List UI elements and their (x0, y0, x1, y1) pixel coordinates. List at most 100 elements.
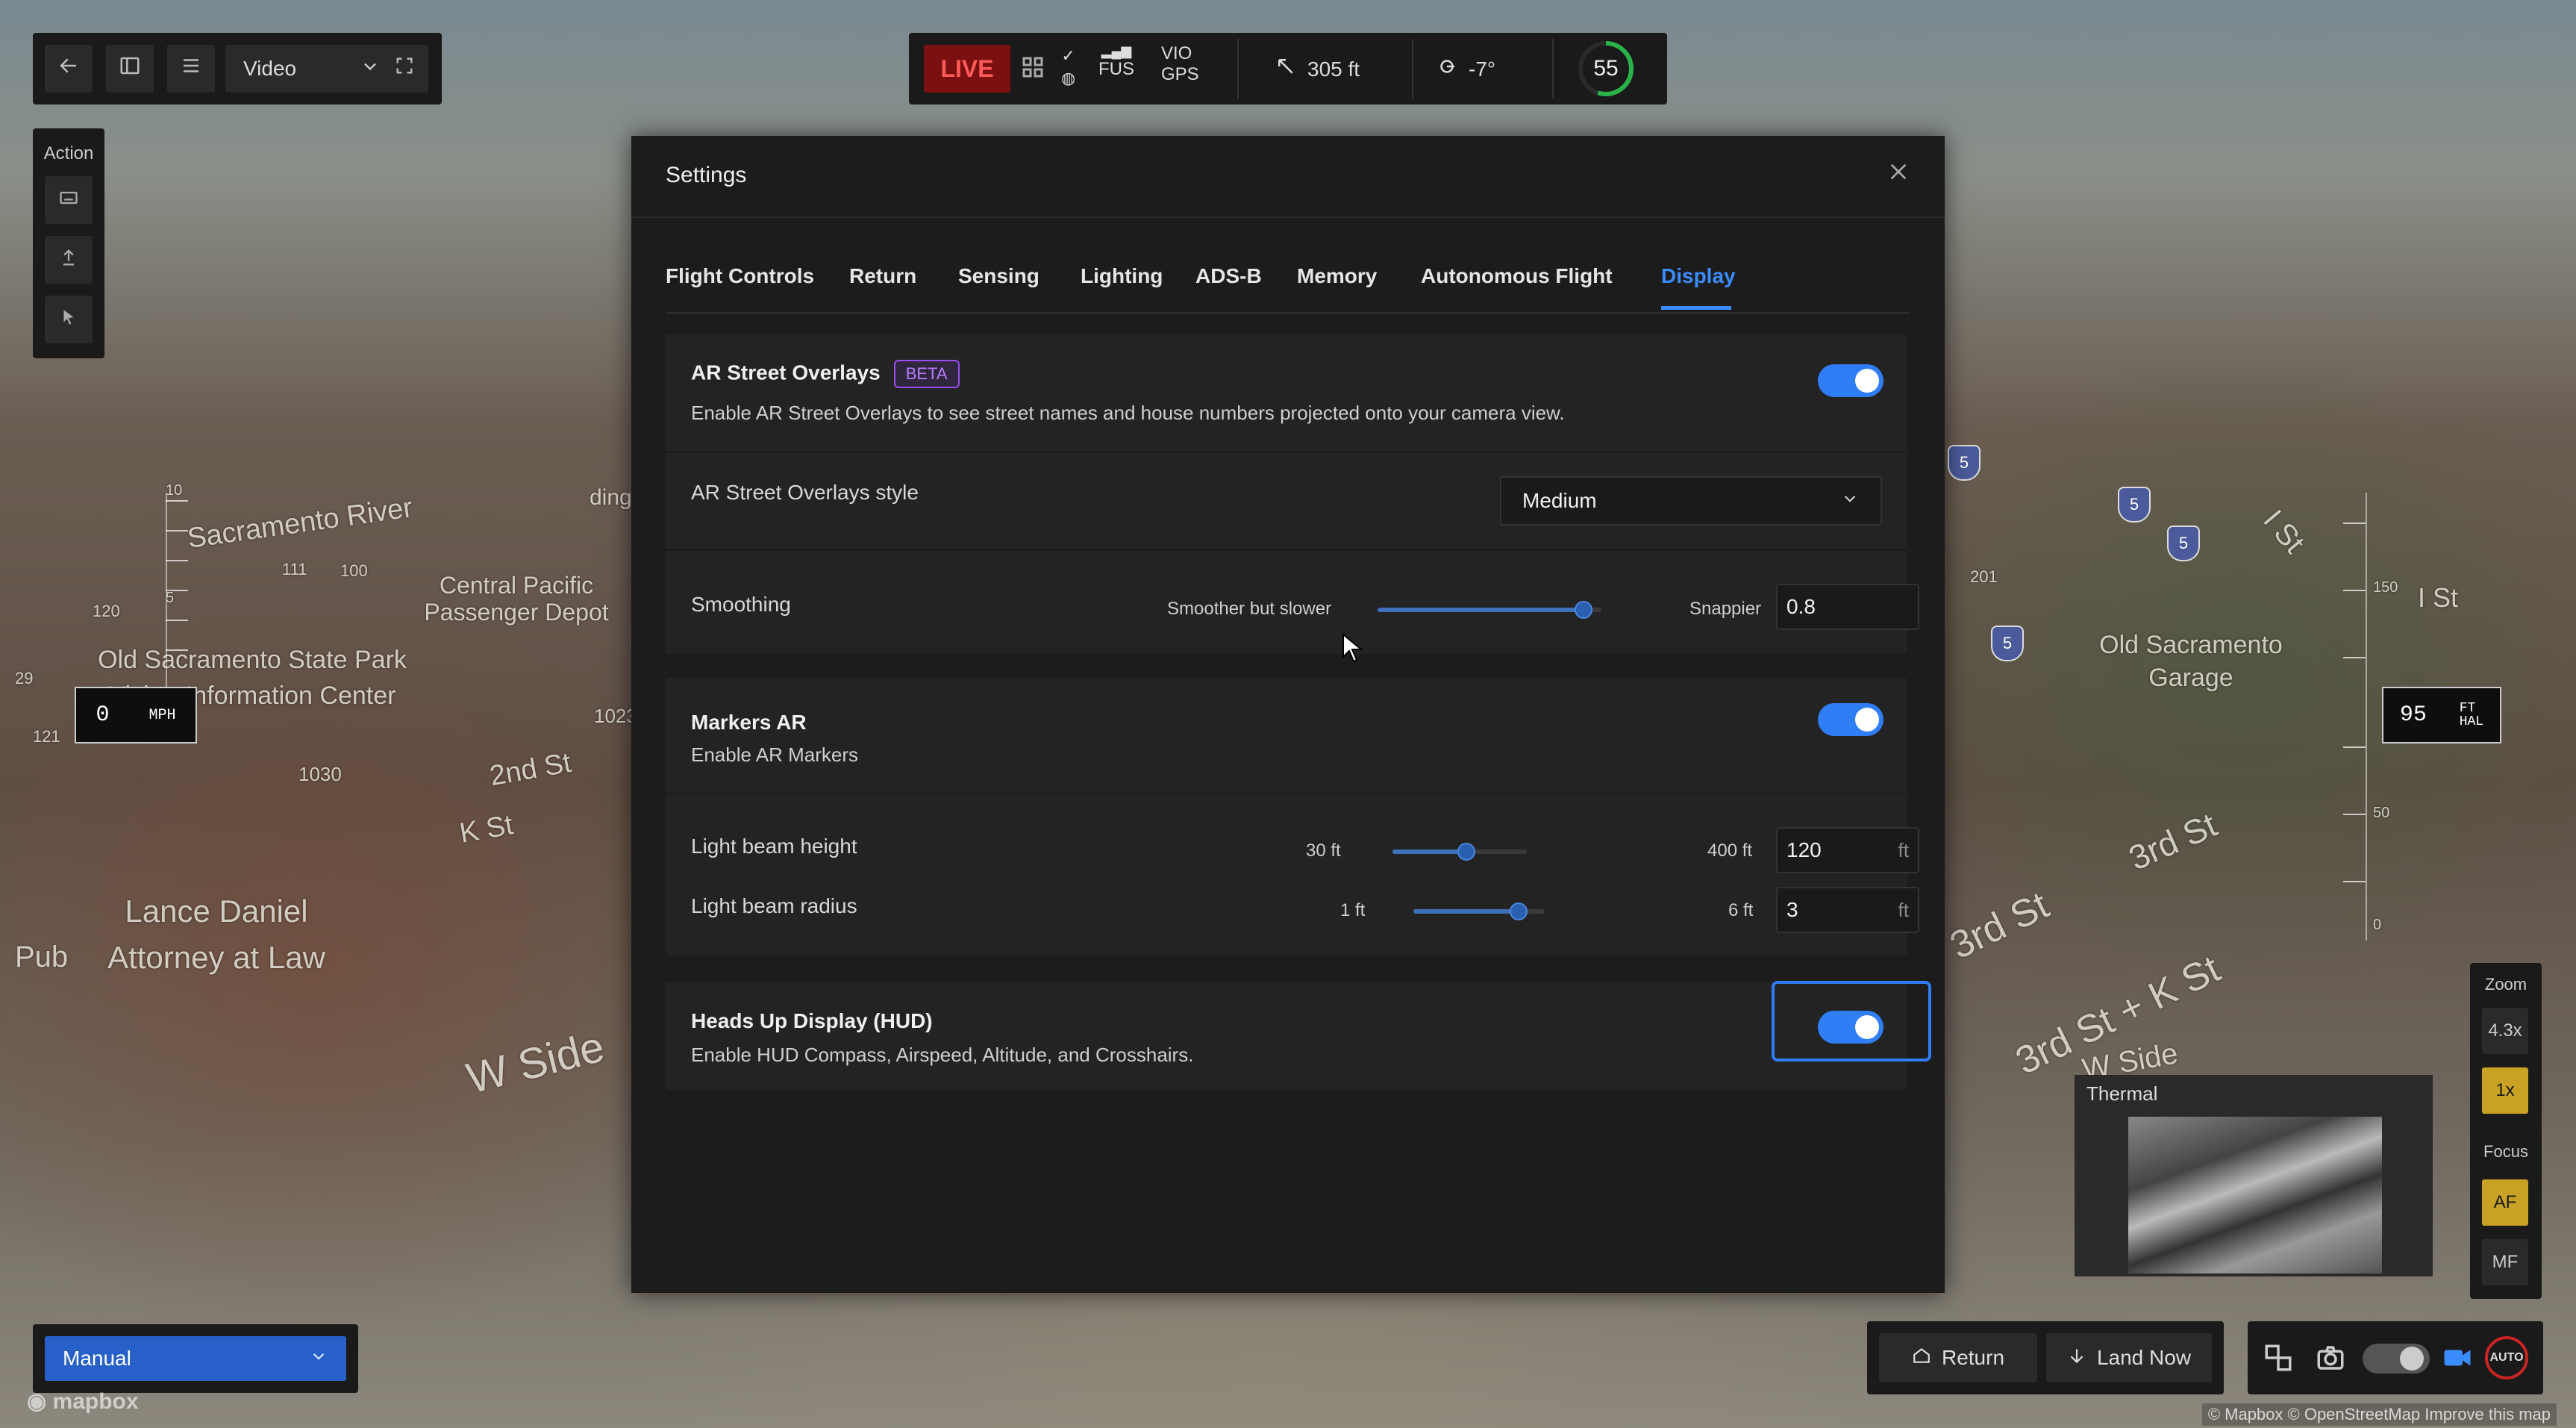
keyboard-icon (58, 187, 79, 213)
dialog-title: Settings (666, 163, 747, 187)
beam-height-input-value: 120 (1786, 838, 1822, 861)
divider (666, 451, 1907, 452)
photo-video-toggle[interactable] (2363, 1344, 2430, 1374)
speed-scale-label: 5 (166, 590, 175, 606)
camera-switch-button[interactable] (2263, 1342, 2294, 1377)
altitude-tick (2343, 523, 2366, 524)
chevron-down-icon (309, 1347, 328, 1371)
hud-toggle-focus-ring (1772, 981, 1931, 1061)
tab-autonomous-flight[interactable]: Autonomous Flight (1421, 264, 1613, 288)
tab-return[interactable]: Return (849, 264, 916, 288)
video-button[interactable] (2440, 1342, 2475, 1377)
map-credits[interactable]: © Mapbox © OpenStreetMap Improve this ma… (2201, 1403, 2557, 1426)
markers-ar-card: Markers AR Enable AR Markers Light beam … (666, 678, 1919, 955)
map-label: 2nd St (487, 746, 574, 793)
light-beam-height-slider-handle[interactable] (1457, 843, 1475, 861)
manual-focus-button[interactable]: MF (2482, 1239, 2528, 1285)
cursor-button[interactable] (45, 296, 93, 343)
style-select-value: Medium (1522, 489, 1597, 512)
map-label: Old Sacramento Garage (2099, 631, 2283, 692)
autofocus-button[interactable]: AF (2482, 1179, 2528, 1226)
zoom-max-button[interactable]: 4.3x (2482, 1008, 2528, 1054)
speed-tick (166, 560, 188, 561)
pitch-readout: -7° (1436, 55, 1495, 83)
markers-ar-toggle[interactable] (1818, 703, 1883, 736)
tab-flight-controls[interactable]: Flight Controls (666, 264, 814, 288)
camera-icon (2315, 1346, 2346, 1376)
light-beam-height-input[interactable]: 120 ft (1776, 827, 1919, 873)
fus-indicator: ▂▄▆ FUS (1098, 43, 1134, 80)
airspeed-unit: MPH (149, 706, 176, 724)
land-now-label: Land Now (2096, 1346, 2192, 1369)
view-mode-value: Video (243, 57, 297, 80)
altitude-value: 95 (2399, 702, 2427, 728)
ar-street-overlays-style-select[interactable]: Medium (1500, 476, 1882, 526)
return-button[interactable]: Return (1879, 1333, 2037, 1382)
ar-street-overlays-description: Enable AR Street Overlays to see street … (691, 402, 1565, 424)
thermal-image (2128, 1117, 2382, 1273)
altitude-scale-label: 150 (2373, 579, 2398, 596)
fullscreen-button[interactable] (381, 45, 428, 93)
smoothing-slider-handle[interactable] (1575, 601, 1592, 619)
flight-mode-select[interactable]: Manual (45, 1336, 346, 1381)
light-beam-radius-label: Light beam radius (691, 894, 857, 917)
altitude-tick (2343, 590, 2366, 591)
ar-street-overlays-toggle[interactable] (1818, 364, 1883, 397)
live-badge[interactable]: LIVE (924, 45, 1010, 93)
tab-memory[interactable]: Memory (1297, 264, 1377, 288)
speed-scale-label: 10 (166, 482, 183, 499)
light-beam-radius-slider[interactable] (1413, 902, 1545, 920)
chevron-down-icon (1840, 489, 1860, 514)
grid-button[interactable] (1019, 54, 1046, 86)
record-auto-button[interactable]: AUTO (2485, 1336, 2528, 1379)
toggle-knob (1855, 708, 1879, 732)
map-label: 3rd St (1943, 883, 2056, 968)
signal-icon: ▂▄▆ (1101, 43, 1132, 58)
check-globe-indicator: ✓ ◍ (1061, 46, 1075, 88)
ar-street-overlays-card: AR Street Overlays BETA Enable AR Street … (666, 334, 1919, 654)
keyboard-button[interactable] (45, 176, 93, 224)
map-label: ding (590, 485, 632, 510)
map-label: I St (2418, 582, 2459, 613)
arrow-left-icon (57, 54, 80, 83)
separator (1552, 39, 1554, 99)
beam-radius-max-label: 6 ft (1728, 900, 1754, 920)
altitude-scale-label: 50 (2373, 805, 2390, 821)
light-beam-height-slider[interactable] (1392, 843, 1527, 861)
slider-fill (1392, 849, 1466, 854)
tab-ads-b[interactable]: ADS-B (1195, 264, 1262, 288)
map-label: Lance Daniel Attorney at Law (107, 894, 325, 975)
close-button[interactable] (1882, 158, 1915, 191)
toggle-knob (2400, 1347, 2424, 1371)
tab-lighting[interactable]: Lighting (1081, 264, 1163, 288)
back-button[interactable] (45, 45, 93, 93)
menu-button[interactable] (167, 45, 215, 93)
beam-height-max-label: 400 ft (1707, 841, 1753, 861)
sidebar-toggle-button[interactable] (106, 45, 154, 93)
map-label: 3rd St (2122, 805, 2223, 878)
divider (631, 216, 1945, 218)
land-now-button[interactable]: Land Now (2046, 1333, 2212, 1382)
smoothing-input[interactable]: 0.8 (1776, 584, 1919, 630)
light-beam-radius-slider-handle[interactable] (1509, 902, 1528, 920)
beam-height-min-label: 30 ft (1306, 841, 1341, 861)
map-number: 120 (93, 602, 120, 620)
thermal-preview[interactable]: Thermal (2075, 1075, 2433, 1276)
speed-tick (166, 649, 188, 651)
light-beam-radius-input[interactable]: 3 ft (1776, 887, 1919, 933)
tab-display[interactable]: Display (1661, 264, 1736, 288)
zoom-1x-button[interactable]: 1x (2482, 1067, 2528, 1114)
altitude-tick (2343, 881, 2366, 882)
view-mode-select[interactable]: Video (225, 45, 398, 93)
cursor-icon (59, 308, 78, 332)
smoothing-input-value: 0.8 (1786, 595, 1816, 618)
active-tab-indicator (1661, 306, 1731, 310)
photo-button[interactable] (2315, 1342, 2346, 1377)
airspeed-readout: 0 MPH (75, 687, 197, 743)
ar-street-overlays-title-text: AR Street Overlays (691, 361, 881, 384)
status-bar: LIVE ✓ ◍ ▂▄▆ FUS VIO GPS 305 ft -7° 55 (909, 33, 1667, 105)
smoothing-slider[interactable] (1378, 601, 1601, 619)
takeoff-button[interactable] (45, 236, 93, 284)
tab-sensing[interactable]: Sensing (958, 264, 1040, 288)
map-label: Pub (15, 941, 69, 973)
